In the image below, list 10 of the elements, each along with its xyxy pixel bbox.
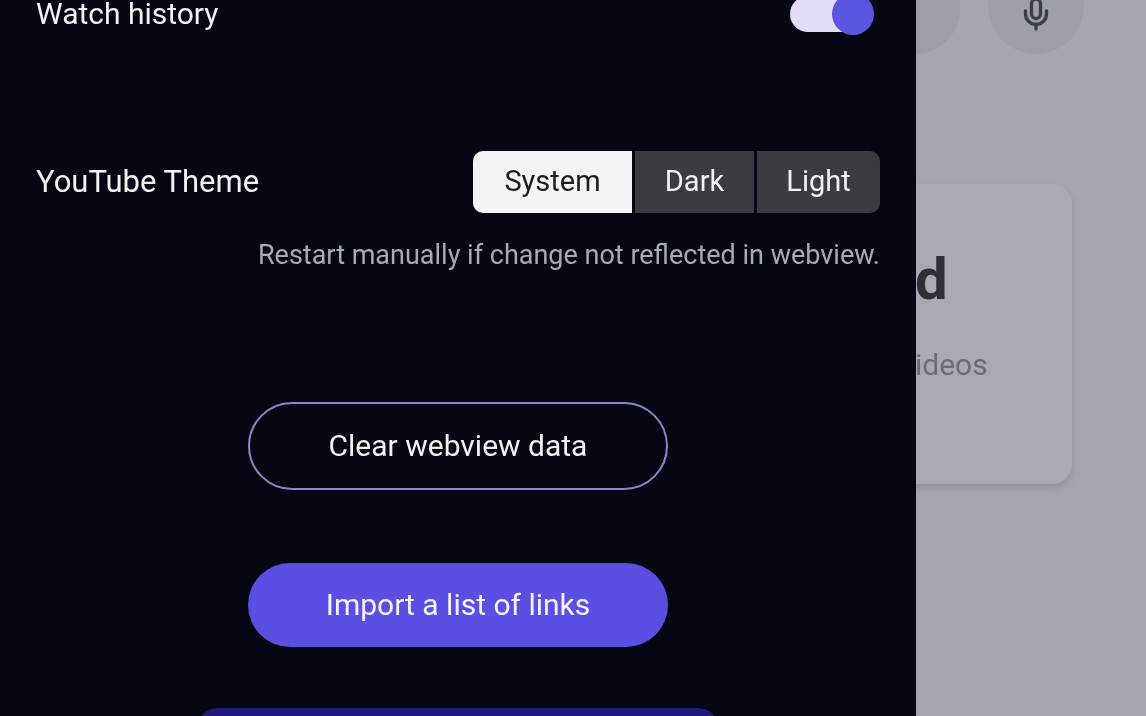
card-title: d	[915, 250, 949, 308]
setting-label: Watch history	[36, 0, 219, 29]
theme-option[interactable]: System	[473, 151, 632, 213]
theme-option[interactable]: Light	[757, 151, 880, 213]
theme-option[interactable]: Dark	[635, 151, 754, 213]
import-links-button[interactable]: Import a list of links	[248, 562, 668, 647]
card-text: ideos	[915, 350, 989, 380]
hint-text: Restart manually if change not reflected in webview.	[257, 238, 880, 273]
setting-label: YouTube Theme	[36, 161, 260, 202]
clear-data-button[interactable]: Clear webview data	[248, 401, 668, 490]
